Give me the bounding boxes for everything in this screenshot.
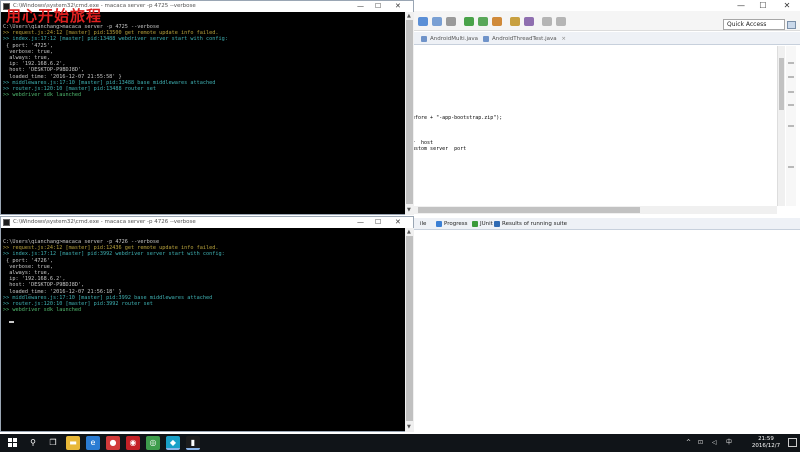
tab-console[interactable]: ile [412, 219, 426, 229]
tray-chevron-icon[interactable]: ^ [686, 438, 691, 448]
tab-label: Results of running suite [502, 221, 568, 227]
print-icon[interactable] [446, 17, 456, 26]
java-file-icon [483, 36, 489, 42]
tab-progress[interactable]: Progress [436, 219, 467, 229]
console-scroll-thumb[interactable] [406, 20, 413, 204]
ide-maximize-button[interactable]: ☐ [752, 0, 774, 11]
maximize-button[interactable]: ☐ [375, 217, 381, 228]
media-app-icon[interactable]: ● [106, 436, 120, 450]
junit-icon [472, 221, 478, 227]
editor-scroll-thumb[interactable] [779, 58, 784, 110]
save-icon[interactable] [432, 17, 442, 26]
editor-hscroll-thumb[interactable] [418, 207, 640, 213]
search-tool-icon[interactable] [524, 17, 534, 26]
netease-icon[interactable]: ◉ [126, 436, 140, 450]
ruler-mark[interactable] [788, 91, 794, 93]
testng-results-icon [494, 221, 500, 227]
editor-tab-label: AndroidMulti.java [430, 36, 478, 42]
edge-icon[interactable]: e [86, 436, 100, 450]
ruler-mark[interactable] [788, 76, 794, 78]
code-line: ustom server port [412, 146, 467, 152]
overlay-caption: 用心开始旅程 [6, 7, 103, 25]
tab-results-of-running-suite[interactable]: Results of running suite [494, 219, 567, 229]
desktop-screen: — ☐ ✕ Quick Access AndroidMulti.java × [0, 0, 800, 452]
close-button[interactable]: ✕ [395, 1, 401, 12]
console-line: >> webdriver sdk launched [3, 92, 82, 99]
code-line: efore + "-app-bootstrap.zip"); [412, 115, 503, 121]
tab-junit[interactable]: JUnit [472, 219, 493, 229]
task-view-icon[interactable]: ❐ [46, 436, 60, 450]
java-perspective-icon[interactable] [787, 21, 796, 29]
ide-close-button[interactable]: ✕ [776, 0, 798, 11]
new-file-icon[interactable] [418, 17, 428, 26]
console-line: >> middlewares.js:17:10 [master] pid:134… [3, 79, 216, 86]
search-icon[interactable]: ⚲ [26, 436, 40, 450]
action-center-icon[interactable] [788, 438, 797, 447]
console-line: >> webdriver sdk launched [3, 307, 82, 314]
windows-taskbar: ⚲ ❐ ▬ e ● ◉ ◎ ◆ ▮ ^ ⊡ ◁ 中 21:59 2016/12/7 [0, 434, 800, 452]
console-line: >> index.js:17:12 [master] pid:3992 webd… [3, 251, 225, 258]
cmd-window-title: C:\Windows\system32\cmd.exe - macaca ser… [13, 219, 196, 225]
clock-date: 2016/12/7 [751, 443, 781, 449]
scroll-up-arrow-icon[interactable]: ▲ [407, 13, 411, 19]
cmd-window-4725[interactable]: C:\Windows\system32\cmd.exe - macaca ser… [0, 0, 414, 215]
scroll-down-arrow-icon[interactable]: ▼ [407, 424, 411, 430]
console-line: >> middlewares.js:17:10 [master] pid:399… [3, 294, 213, 301]
network-icon[interactable]: ⊡ [698, 438, 703, 448]
editor-tab-label: AndroidThreadTest.java [492, 36, 557, 42]
chrome-icon[interactable]: ◎ [146, 436, 160, 450]
text-cursor [9, 321, 14, 323]
scroll-up-arrow-icon[interactable]: ▲ [407, 229, 411, 235]
external-tools-icon[interactable] [492, 17, 502, 26]
java-file-icon [421, 36, 427, 42]
progress-icon [436, 221, 442, 227]
run-icon[interactable] [464, 17, 474, 26]
minimize-button[interactable]: — [357, 217, 364, 228]
android-tool-icon[interactable]: ◆ [166, 436, 180, 450]
console-output[interactable]: C:\Users\qianchang>macaca server -p 4726… [3, 239, 225, 313]
editor-tab-bar: AndroidMulti.java × AndroidThreadTest.ja… [412, 32, 800, 45]
open-type-icon[interactable] [510, 17, 520, 26]
nav-back-icon[interactable] [542, 17, 552, 26]
ruler-mark[interactable] [788, 166, 794, 168]
view-tab-bar: ile Progress JUnit Results of running su… [412, 218, 800, 230]
volume-icon[interactable]: ◁ [712, 438, 717, 448]
code-editor[interactable]: efore + "-app-bootstrap.zip"); r host us… [412, 46, 777, 206]
file-explorer-icon[interactable]: ▬ [66, 436, 80, 450]
editor-tab[interactable]: AndroidMulti.java × [420, 34, 487, 44]
cmd-window-titlebar[interactable]: C:\Windows\system32\cmd.exe - macaca ser… [1, 217, 413, 228]
tab-label: ile [420, 221, 427, 227]
windows-logo-icon [8, 438, 18, 448]
console-scroll-thumb[interactable] [406, 236, 413, 421]
ruler-mark[interactable] [788, 62, 794, 64]
scroll-down-arrow-icon[interactable]: ▼ [407, 207, 411, 213]
ruler-mark[interactable] [788, 125, 794, 127]
minimize-button[interactable]: — [357, 1, 364, 12]
clock-time: 21:59 [758, 436, 774, 442]
cmd-icon [3, 219, 10, 226]
cmd-icon[interactable]: ▮ [186, 436, 200, 450]
results-panel[interactable] [412, 231, 800, 436]
tab-label: JUnit [480, 221, 493, 227]
taskbar-clock[interactable]: 21:59 2016/12/7 [748, 436, 784, 450]
console-line: >> index.js:17:12 [master] pid:13488 web… [3, 36, 228, 43]
close-tab-icon[interactable]: × [561, 36, 566, 42]
debug-icon[interactable] [478, 17, 488, 26]
ruler-mark[interactable] [788, 104, 794, 106]
nav-forward-icon[interactable] [556, 17, 566, 26]
editor-tab[interactable]: AndroidThreadTest.java × [482, 34, 566, 44]
start-button[interactable] [6, 436, 20, 450]
quick-access-input[interactable]: Quick Access [723, 19, 785, 30]
ime-indicator[interactable]: 中 [726, 438, 732, 448]
tab-label: Progress [444, 221, 468, 227]
maximize-button[interactable]: ☐ [375, 1, 381, 12]
cmd-window-4726[interactable]: C:\Windows\system32\cmd.exe - macaca ser… [0, 216, 414, 432]
close-button[interactable]: ✕ [395, 217, 401, 228]
ide-minimize-button[interactable]: — [730, 0, 752, 11]
console-output[interactable]: C:\Users\qianchang>macaca server -p 4725… [3, 24, 228, 98]
